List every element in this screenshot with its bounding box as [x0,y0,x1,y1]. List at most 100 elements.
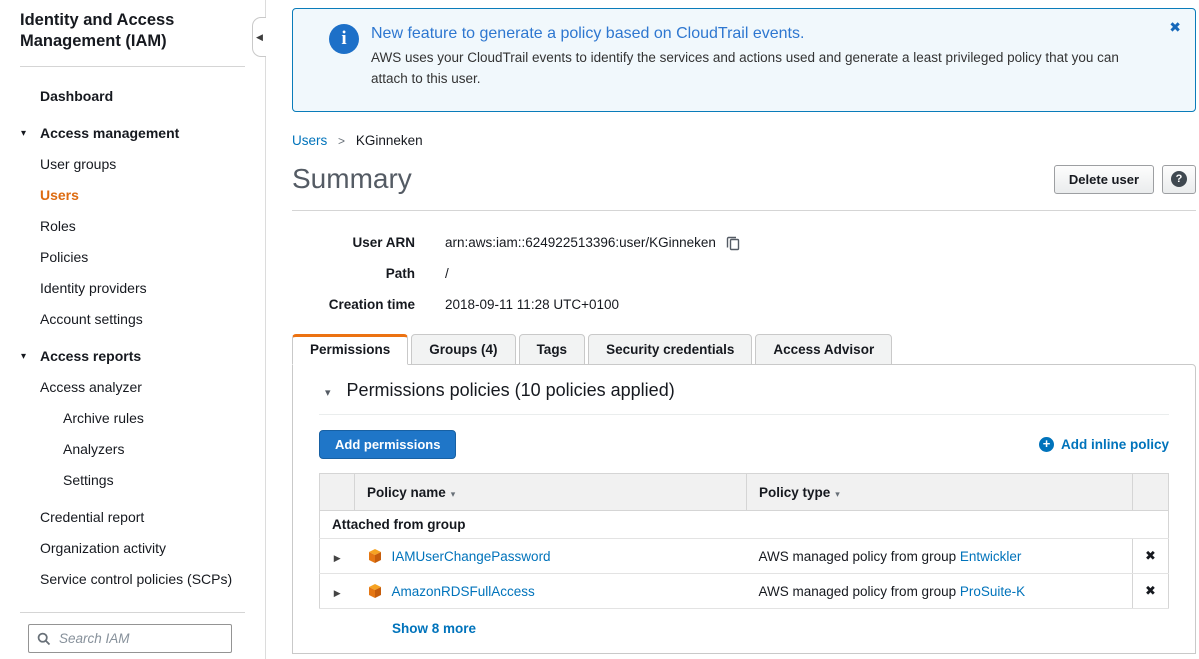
tab-tags[interactable]: Tags [519,334,586,365]
table-row: ▶ AmazonRDSFullAccess AWS managed policy… [320,574,1169,609]
expand-row-button[interactable]: ▶ [320,574,355,609]
policy-type-column-header[interactable]: Policy type▾ [747,474,1133,511]
arn-label: User ARN [292,235,415,250]
sidebar-title: Identity and Access Management (IAM) [0,0,230,52]
add-inline-policy-link[interactable]: + Add inline policy [1039,437,1169,452]
info-banner: i New feature to generate a policy based… [292,8,1196,112]
add-inline-policy-label: Add inline policy [1061,437,1169,452]
detach-policy-button[interactable]: ✖ [1133,539,1169,574]
sidebar-item-roles[interactable]: Roles [0,211,265,242]
chevron-down-icon[interactable]: ▾ [325,387,331,399]
chevron-right-icon: ▶ [334,588,341,598]
detail-row-arn: User ARN arn:aws:iam::624922513396:user/… [292,227,1196,258]
table-row: ▶ IAMUserChangePassword AWS managed poli… [320,539,1169,574]
sidebar-item-policies[interactable]: Policies [0,242,265,273]
banner-body: AWS uses your CloudTrail events to ident… [371,47,1155,89]
sidebar-item-access-management[interactable]: ▾Access management [0,118,265,149]
delete-user-button[interactable]: Delete user [1054,165,1154,194]
sidebar-divider-top [20,66,245,67]
creation-time-value: 2018-09-11 11:28 UTC+0100 [445,297,619,312]
page-title: Summary [292,163,412,195]
policy-name-cell: IAMUserChangePassword [355,539,747,574]
breadcrumb-users-link[interactable]: Users [292,133,327,148]
sidebar-item-access-reports[interactable]: ▾ Access reports [0,341,265,372]
policy-name-header-label: Policy name [367,485,446,500]
tab-access-advisor[interactable]: Access Advisor [755,334,892,365]
sidebar-item-label: Access reports [40,348,141,364]
help-button[interactable]: ? [1162,165,1196,194]
sidebar: Identity and Access Management (IAM) Das… [0,0,265,659]
sort-caret-icon: ▾ [451,489,456,499]
sidebar-item-analyzers[interactable]: Analyzers [0,434,265,465]
close-icon[interactable]: ✖ [1169,19,1181,36]
permissions-policies-section: ▾ Permissions policies (10 policies appl… [319,365,1169,415]
sidebar-item-users[interactable]: Users [0,180,265,211]
header-divider [292,210,1196,211]
policy-icon [367,548,383,564]
search-icon [37,632,51,646]
group-header-row: Attached from group [320,511,1169,539]
breadcrumb-current: KGinneken [356,133,423,148]
close-icon: ✖ [1145,583,1156,598]
search-input[interactable] [59,631,219,646]
add-permissions-button[interactable]: Add permissions [319,430,456,459]
section-title: Permissions policies (10 policies applie… [347,380,675,400]
banner-title: New feature to generate a policy based o… [371,25,1155,43]
path-label: Path [292,266,415,281]
group-link[interactable]: ProSuite-K [960,584,1025,599]
iam-console: Identity and Access Management (IAM) Das… [0,0,1199,659]
sidebar-item-archive-rules[interactable]: Archive rules [0,403,265,434]
policy-icon [367,583,383,599]
tab-groups[interactable]: Groups (4) [411,334,515,365]
expand-column-header [320,474,355,511]
detail-row-creation-time: Creation time 2018-09-11 11:28 UTC+0100 [292,289,1196,320]
detach-policy-button[interactable]: ✖ [1133,574,1169,609]
sidebar-item-credential-report[interactable]: Credential report [0,502,265,533]
policy-name-cell: AmazonRDSFullAccess [355,574,747,609]
sidebar-item-identity-providers[interactable]: Identity providers [0,273,265,304]
detail-row-path: Path / [292,258,1196,289]
show-more-link[interactable]: Show 8 more [392,621,476,636]
sidebar-collapse-button[interactable]: ◀ [252,17,266,57]
sidebar-item-dashboard[interactable]: Dashboard [0,81,265,112]
sidebar-content-divider [265,0,266,659]
plus-icon: + [1039,437,1054,452]
sidebar-item-account-settings[interactable]: Account settings [0,304,265,335]
policy-name-link[interactable]: IAMUserChangePassword [392,549,551,564]
expand-row-button[interactable]: ▶ [320,539,355,574]
main-content: i New feature to generate a policy based… [292,0,1196,654]
breadcrumb-separator: > [338,134,345,148]
sidebar-item-access-analyzer[interactable]: Access analyzer [0,372,265,403]
sidebar-divider-bottom [20,612,245,613]
policy-table: Policy name ▾ Policy type▾ Attached from … [319,473,1169,650]
question-mark-icon: ? [1171,171,1187,187]
info-icon: i [329,24,359,54]
user-details: User ARN arn:aws:iam::624922513396:user/… [292,227,1196,320]
chevron-down-icon: ▾ [21,341,26,372]
sidebar-item-user-groups[interactable]: User groups [0,149,265,180]
tab-security-credentials[interactable]: Security credentials [588,334,752,365]
policy-name-link[interactable]: AmazonRDSFullAccess [392,584,535,599]
breadcrumb: Users > KGinneken [292,133,1196,148]
group-link[interactable]: Entwickler [960,549,1022,564]
permissions-panel: ▾ Permissions policies (10 policies appl… [292,364,1196,654]
copy-icon[interactable] [725,235,741,251]
chevron-right-icon: ▶ [334,553,341,563]
sidebar-nav: Dashboard ▾Access management User groups… [0,81,265,595]
sidebar-item-scps[interactable]: Service control policies (SCPs) [0,564,265,595]
sidebar-item-label: Access management [40,125,179,141]
sidebar-item-organization-activity[interactable]: Organization activity [0,533,265,564]
policy-name-column-header[interactable]: Policy name ▾ [355,474,747,511]
tab-permissions[interactable]: Permissions [292,334,408,365]
path-value: / [445,266,449,281]
policy-type-cell: AWS managed policy from group ProSuite-K [747,574,1133,609]
close-icon: ✖ [1145,548,1156,563]
policy-actions-row: Add permissions + Add inline policy [319,430,1169,459]
group-header-label: Attached from group [320,511,1169,539]
policy-type-cell: AWS managed policy from group Entwickler [747,539,1133,574]
sidebar-item-settings[interactable]: Settings [0,465,265,496]
policy-type-header-label: Policy type [759,485,830,500]
policy-table-header: Policy name ▾ Policy type▾ [320,474,1169,511]
remove-column-header [1133,474,1169,511]
search-iam-box [28,624,232,653]
